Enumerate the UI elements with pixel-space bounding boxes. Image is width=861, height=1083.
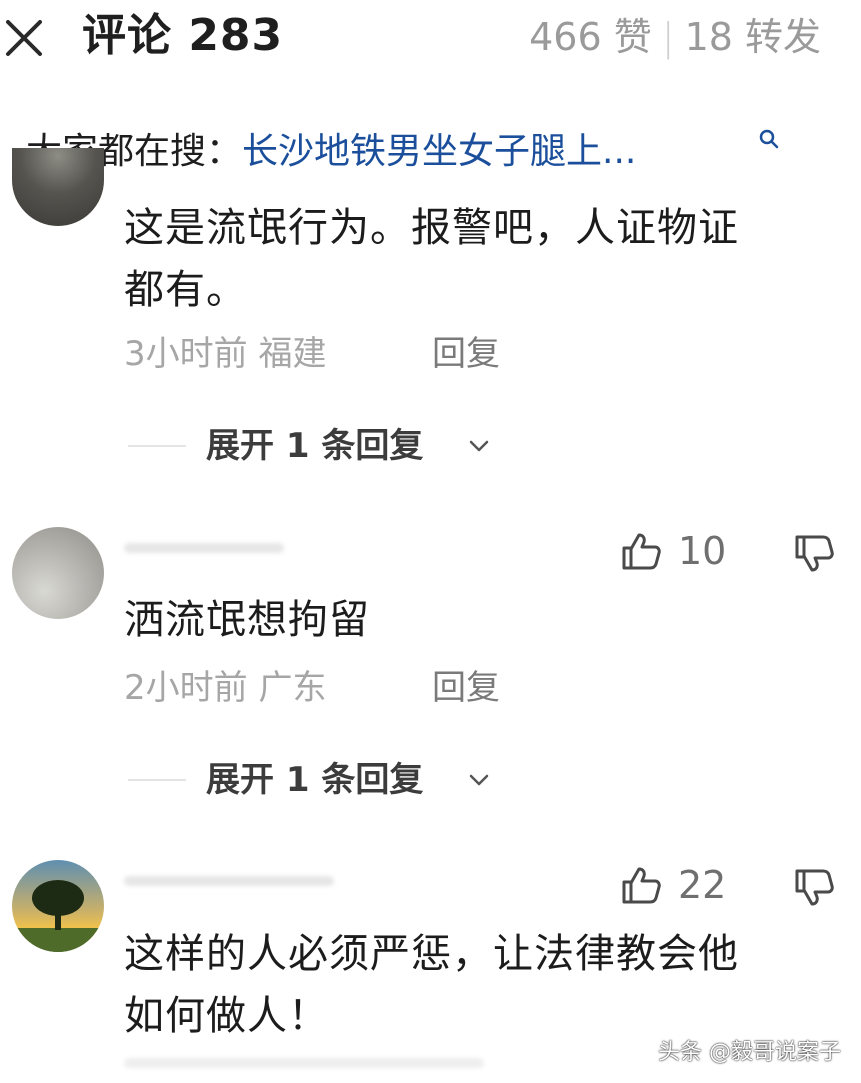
comment-time: 3小时前 (124, 334, 248, 374)
username-blurred[interactable] (124, 543, 284, 553)
hot-search-row[interactable]: 大家都在搜：长沙地铁男坐女子腿上... (26, 124, 636, 180)
expand-replies-label: 展开 1 条回复 (206, 426, 424, 466)
avatar[interactable] (12, 148, 104, 226)
chevron-down-icon (468, 772, 490, 786)
stats-separator: | (661, 15, 675, 59)
thumbs-down-icon[interactable] (793, 867, 835, 909)
reply-button[interactable]: 回复 (432, 664, 500, 712)
cut-off-meta-row (124, 1058, 484, 1072)
like-count: 22 (678, 863, 727, 907)
thumbs-up-icon[interactable] (620, 864, 662, 906)
comment-meta: 2小时前 广东 (124, 664, 326, 712)
expand-replies-button[interactable]: 展开 1 条回复 (206, 422, 423, 470)
like-total: 466 赞 (529, 15, 652, 59)
comment-text-continued: 都有。 (124, 267, 247, 313)
post-stats: 466 赞 | 18 转发 (529, 10, 821, 64)
expand-replies-label: 展开 1 条回复 (206, 760, 424, 800)
reply-button[interactable]: 回复 (432, 330, 500, 378)
chevron-down-icon (468, 438, 490, 452)
comment-location: 广东 (258, 668, 327, 708)
comment-location: 福建 (258, 334, 327, 374)
avatar[interactable] (12, 527, 104, 619)
expand-divider (128, 779, 186, 781)
comment-time: 2小时前 (124, 668, 248, 708)
like-count: 10 (678, 529, 727, 573)
share-total: 18 转发 (684, 15, 821, 59)
page-title: 评论 283 (82, 10, 284, 61)
comment-meta: 3小时前 福建 (124, 330, 326, 378)
username-blurred[interactable] (124, 876, 334, 886)
avatar[interactable] (12, 860, 104, 952)
source-watermark: 头条 @毅哥说案子 (658, 1040, 841, 1065)
hot-search-term[interactable]: 长沙地铁男坐女子腿上... (242, 131, 636, 172)
close-icon[interactable] (2, 16, 46, 60)
thumbs-down-icon[interactable] (793, 533, 835, 575)
comment-text-continued: 如何做人！ (124, 993, 329, 1039)
expand-replies-button[interactable]: 展开 1 条回复 (206, 756, 423, 804)
search-icon[interactable] (758, 128, 780, 150)
comment-text: 洒流氓想拘留 (124, 597, 370, 643)
comment-text: 这样的人必须严惩，让法律教会他 (124, 931, 739, 977)
expand-divider (128, 445, 186, 447)
thumbs-up-icon[interactable] (620, 530, 662, 572)
comment-text: 这是流氓行为。报警吧，人证物证 (124, 205, 739, 251)
